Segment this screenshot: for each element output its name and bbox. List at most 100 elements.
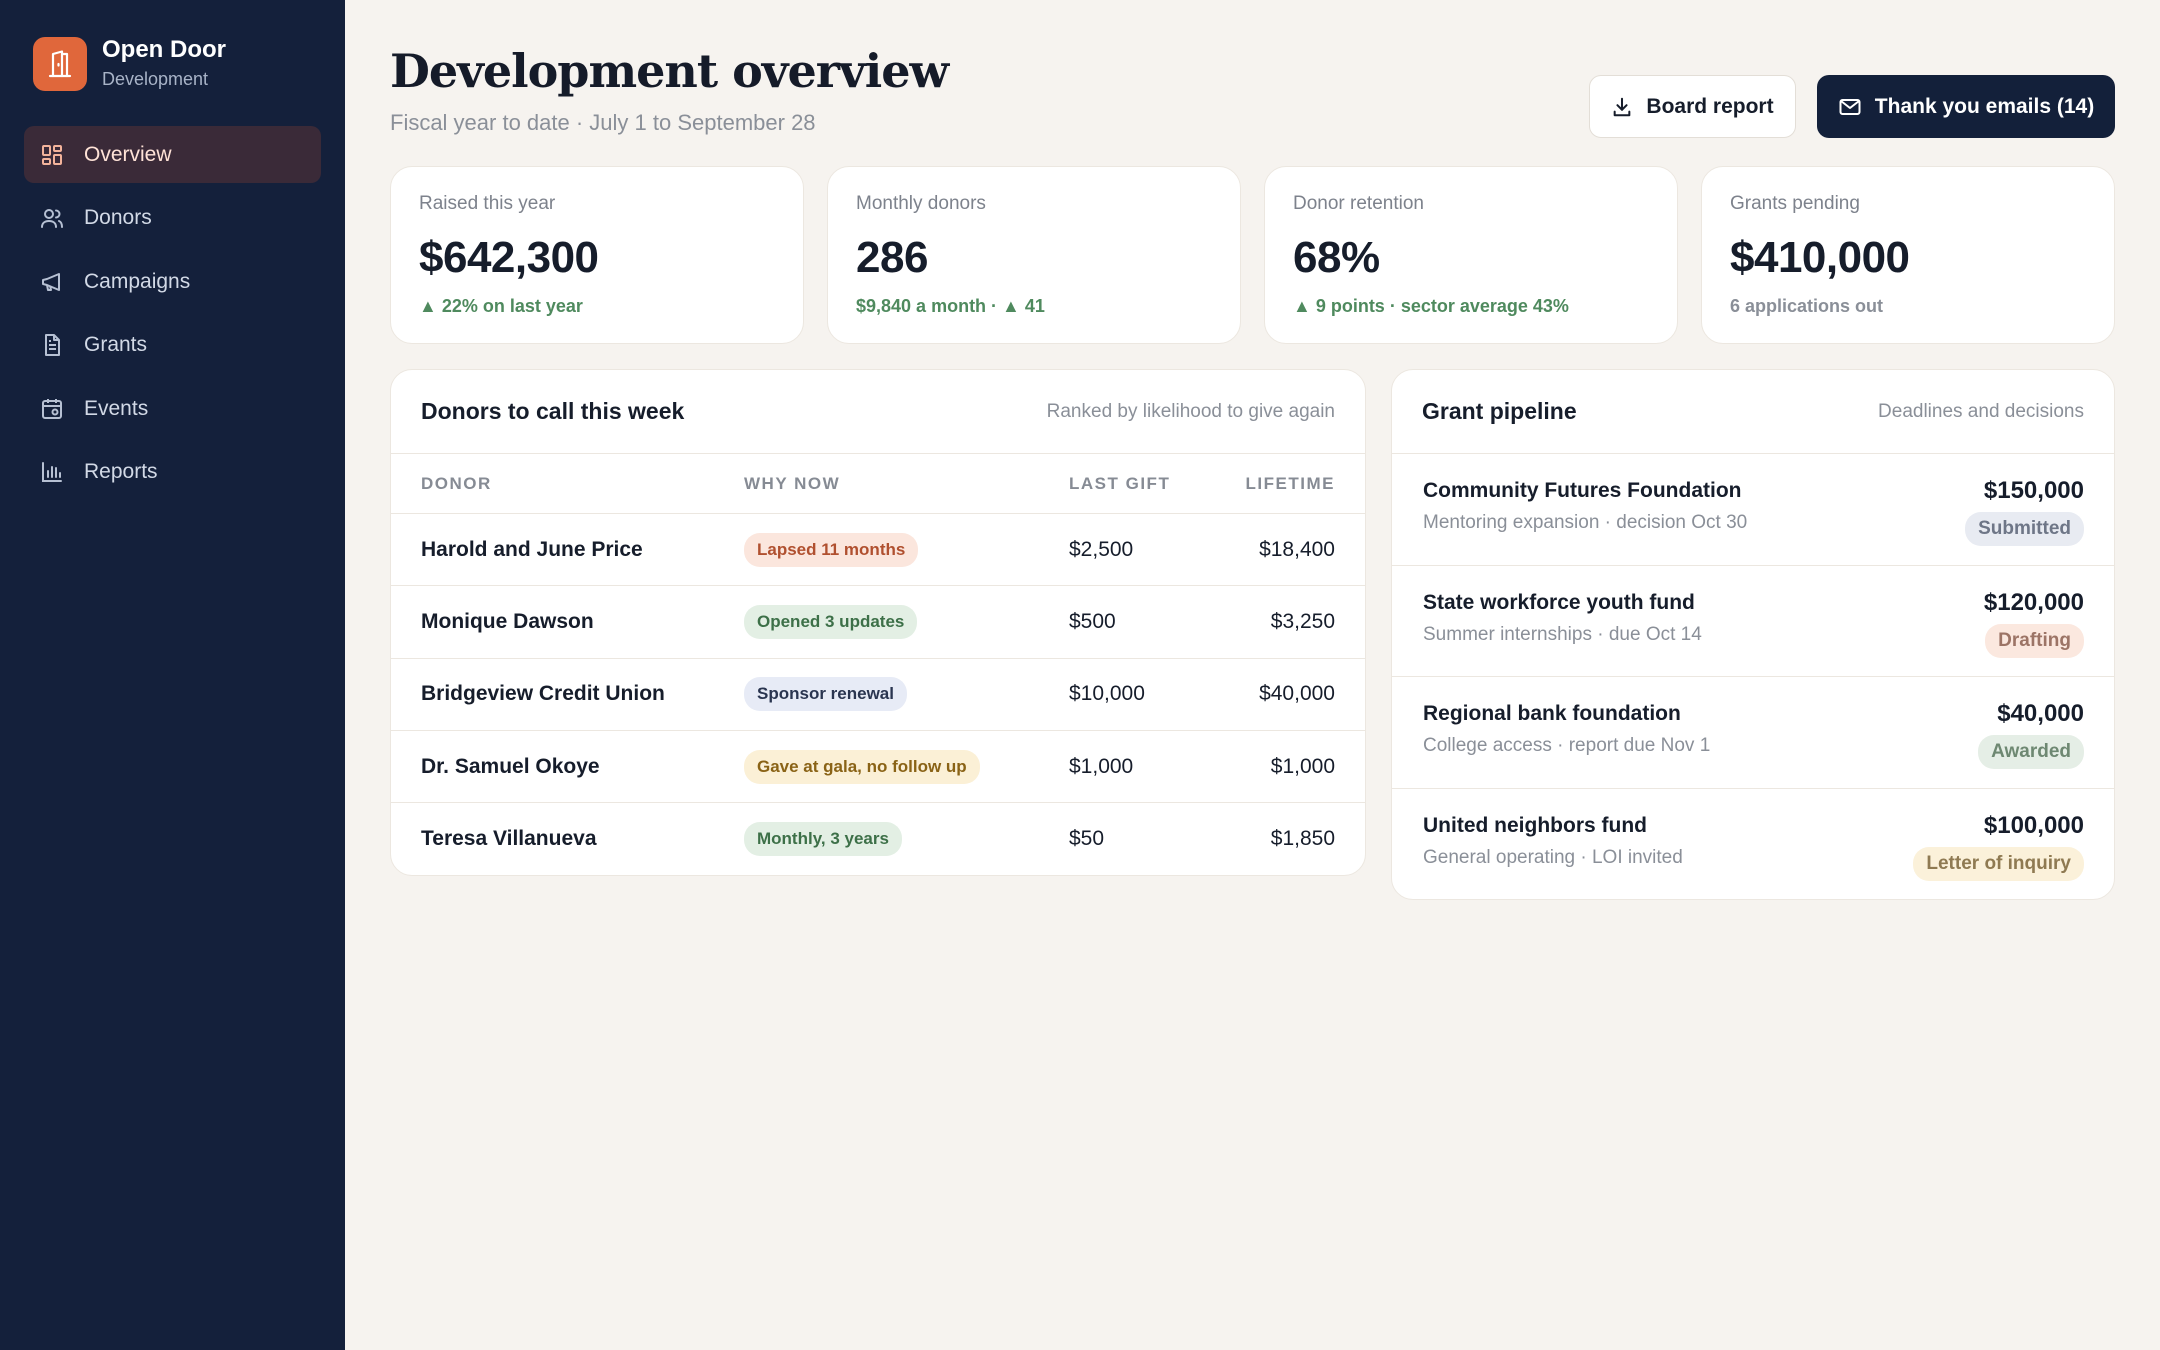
stat-card-retention[interactable]: Donor retention 68% ▲ 9 points · sector … (1264, 166, 1678, 344)
donor-name[interactable]: Monique Dawson (421, 610, 594, 634)
column-header-why-now[interactable]: WHY NOW (744, 474, 840, 494)
table-header: DONOR WHY NOW LAST GIFT LIFETIME (391, 454, 1365, 514)
sidebar-item-grants[interactable]: Grants (24, 317, 321, 374)
stat-card-raised[interactable]: Raised this year $642,300 ▲ 22% on last … (390, 166, 804, 344)
sidebar-item-overview[interactable]: Overview (24, 126, 321, 183)
sidebar-item-events[interactable]: Events (24, 380, 321, 437)
stat-value: 286 (856, 233, 928, 282)
grant-description: College access · report due Nov 1 (1423, 735, 1711, 756)
grant-status-badge: Letter of inquiry (1913, 846, 2084, 881)
table-row[interactable]: Harold and June Price Lapsed 11 months $… (391, 514, 1365, 587)
why-now-tag: Gave at gala, no follow up (744, 749, 980, 784)
sidebar-item-campaigns[interactable]: Campaigns (24, 253, 321, 310)
grant-amount: $40,000 (1997, 700, 2084, 727)
panel-note: Ranked by likelihood to give again (1046, 400, 1335, 422)
stat-card-monthly-donors[interactable]: Monthly donors 286 $9,840 a month · ▲ 41 (827, 166, 1241, 344)
why-now-tag: Opened 3 updates (744, 604, 918, 639)
sidebar-item-label: Reports (84, 460, 158, 483)
donor-name[interactable]: Bridgeview Credit Union (421, 682, 665, 706)
stat-delta: ▲ 9 points · sector average 43% (1293, 296, 1569, 316)
grant-amount: $120,000 (1983, 588, 2084, 616)
last-gift: $10,000 (1069, 682, 1145, 706)
sidebar-item-label: Donors (84, 206, 152, 229)
grant-status-badge: Submitted (1965, 512, 2084, 546)
thank-you-emails-button[interactable]: Thank you emails (14) (1817, 75, 2115, 138)
mail-icon (1839, 98, 1861, 115)
panel-header: Grant pipeline Deadlines and decisions (1392, 370, 2114, 454)
column-header-lifetime[interactable]: LIFETIME (1246, 474, 1335, 494)
donor-name[interactable]: Harold and June Price (421, 538, 643, 562)
page-title: Development overview (390, 44, 949, 98)
thank-you-emails-label: Thank you emails (14) (1874, 94, 2095, 118)
sidebar-item-reports[interactable]: Reports (24, 444, 321, 501)
stat-label: Donor retention (1293, 193, 1424, 214)
last-gift: $1,000 (1069, 754, 1134, 778)
download-icon (1614, 97, 1631, 116)
lifetime-total: $1,000 (1270, 754, 1335, 778)
grant-name: Community Futures Foundation (1423, 479, 1742, 502)
app-subtitle: Development (102, 69, 209, 89)
stat-delta: $9,840 a month · ▲ 41 (856, 296, 1045, 316)
panel-title: Donors to call this week (421, 398, 685, 424)
sidebar-item-label: Events (84, 396, 149, 420)
stat-delta: ▲ 22% on last year (419, 296, 583, 316)
stat-label: Raised this year (419, 193, 556, 214)
lifetime-total: $40,000 (1259, 682, 1335, 706)
grant-item[interactable]: United neighbors fund General operating … (1392, 789, 2114, 900)
table-row[interactable]: Monique Dawson Opened 3 updates $500 $3,… (391, 586, 1365, 659)
board-report-button[interactable]: Board report (1589, 75, 1796, 138)
sidebar: Open Door Development Overview Donors Ca… (0, 0, 345, 1350)
sidebar-item-label: Grants (84, 333, 148, 356)
why-now-tag: Lapsed 11 months (744, 532, 919, 567)
document-icon (39, 332, 65, 358)
grant-amount: $150,000 (1983, 477, 2084, 504)
sidebar-nav: Overview Donors Campaigns Grants Events (24, 126, 321, 507)
panel-note: Deadlines and decisions (1878, 400, 2084, 422)
stat-delta: 6 applications out (1730, 296, 1884, 316)
table-row[interactable]: Bridgeview Credit Union Sponsor renewal … (391, 659, 1365, 731)
last-gift: $50 (1069, 827, 1105, 851)
grant-item[interactable]: State workforce youth fund Summer intern… (1392, 566, 2114, 677)
calendar-icon (39, 396, 65, 422)
door-logo-icon (33, 36, 87, 91)
lifetime-total: $18,400 (1259, 537, 1335, 561)
grant-item[interactable]: Regional bank foundation College access … (1392, 677, 2114, 789)
megaphone-icon (39, 269, 65, 295)
panel-title: Grant pipeline (1422, 398, 1577, 424)
column-header-last-gift[interactable]: LAST GIFT (1069, 474, 1170, 494)
grant-description: Mentoring expansion · decision Oct 30 (1423, 512, 1748, 533)
last-gift: $500 (1069, 609, 1116, 633)
grant-pipeline-panel: Grant pipeline Deadlines and decisions C… (1391, 369, 2115, 900)
table-row[interactable]: Dr. Samuel Okoye Gave at gala, no follow… (391, 731, 1365, 804)
bar-chart-icon (39, 459, 65, 485)
last-gift: $2,500 (1069, 537, 1134, 561)
donors-to-call-panel: Donors to call this week Ranked by likel… (390, 369, 1366, 876)
why-now-tag: Sponsor renewal (744, 677, 907, 712)
stat-value: 68% (1293, 233, 1380, 282)
grant-description: General operating · LOI invited (1423, 846, 1683, 868)
sidebar-item-label: Campaigns (84, 269, 191, 293)
why-now-tag: Monthly, 3 years (744, 822, 902, 857)
lifetime-total: $1,850 (1270, 827, 1335, 851)
column-header-donor[interactable]: DONOR (421, 474, 492, 494)
stat-card-grants-pending[interactable]: Grants pending $410,000 6 applications o… (1701, 166, 2115, 344)
donor-name[interactable]: Dr. Samuel Okoye (421, 755, 600, 779)
stat-label: Monthly donors (856, 193, 986, 214)
grant-name: Regional bank foundation (1423, 702, 1681, 725)
app-name: Open Door (102, 36, 226, 63)
board-report-label: Board report (1646, 94, 1774, 118)
users-icon (39, 205, 65, 231)
grid-icon (39, 142, 65, 168)
sidebar-item-donors[interactable]: Donors (24, 190, 321, 247)
donor-name[interactable]: Teresa Villanueva (421, 827, 597, 851)
sidebar-item-label: Overview (84, 142, 172, 166)
stat-value: $642,300 (419, 233, 599, 282)
grant-item[interactable]: Community Futures Foundation Mentoring e… (1392, 454, 2114, 566)
stat-label: Grants pending (1730, 193, 1860, 214)
grant-status-badge: Drafting (1985, 623, 2084, 658)
brand[interactable]: Open Door Development (33, 36, 226, 91)
stat-value: $410,000 (1730, 233, 1910, 282)
lifetime-total: $3,250 (1270, 609, 1335, 633)
grant-amount: $100,000 (1983, 811, 2084, 839)
table-row[interactable]: Teresa Villanueva Monthly, 3 years $50 $… (391, 803, 1365, 875)
